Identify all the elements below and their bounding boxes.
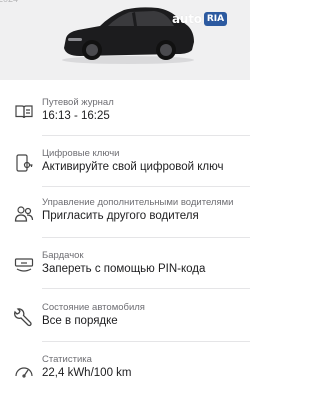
item-subtitle: Путевой журнал — [42, 97, 114, 108]
car-hero-image: 2024 auto RIA — [0, 0, 250, 80]
item-value: Пригласить другого водителя — [42, 210, 199, 222]
divider — [42, 341, 250, 342]
item-value: Активируйте свой цифровой ключ — [42, 161, 224, 173]
item-subtitle: Цифровые ключи — [42, 148, 120, 159]
item-subtitle: Статистика — [42, 354, 92, 365]
list-item-statistics[interactable]: Статистика 22,4 kWh/100 km — [0, 351, 250, 403]
phone-key-icon — [16, 154, 33, 172]
divider — [42, 186, 250, 187]
item-value: 22,4 kWh/100 km — [42, 367, 132, 379]
list-item-additional-drivers[interactable]: Управление дополнительными водителями Пр… — [0, 194, 250, 246]
divider — [42, 135, 250, 136]
item-value: Все в порядке — [42, 315, 118, 327]
item-subtitle: Состояние автомобиля — [42, 302, 145, 313]
hero-caption: 2024 — [0, 0, 18, 4]
divider — [42, 288, 250, 289]
list-item-digital-keys[interactable]: Цифровые ключи Активируйте свой цифровой… — [0, 145, 250, 197]
list-item-vehicle-status[interactable]: Состояние автомобиля Все в порядке — [0, 299, 250, 351]
list-item-glovebox[interactable]: Бардачок Запереть с помощью PIN-кода — [0, 247, 250, 299]
statistics-icon — [15, 367, 33, 378]
watermark-badge: RIA — [203, 12, 228, 26]
item-value: Запереть с помощью PIN-кода — [42, 263, 206, 275]
book-icon — [15, 105, 33, 119]
wrench-icon — [14, 308, 32, 327]
users-icon — [14, 206, 34, 222]
glovebox-icon — [14, 258, 34, 272]
item-value: 16:13 - 16:25 — [42, 110, 110, 122]
list-item-trip-journal[interactable]: Путевой журнал 16:13 - 16:25 — [0, 94, 250, 146]
divider — [42, 237, 250, 238]
item-subtitle: Управление дополнительными водителями — [42, 197, 234, 208]
item-subtitle: Бардачок — [42, 250, 84, 261]
watermark-text: auto — [172, 12, 202, 26]
watermark: auto RIA — [172, 11, 228, 27]
